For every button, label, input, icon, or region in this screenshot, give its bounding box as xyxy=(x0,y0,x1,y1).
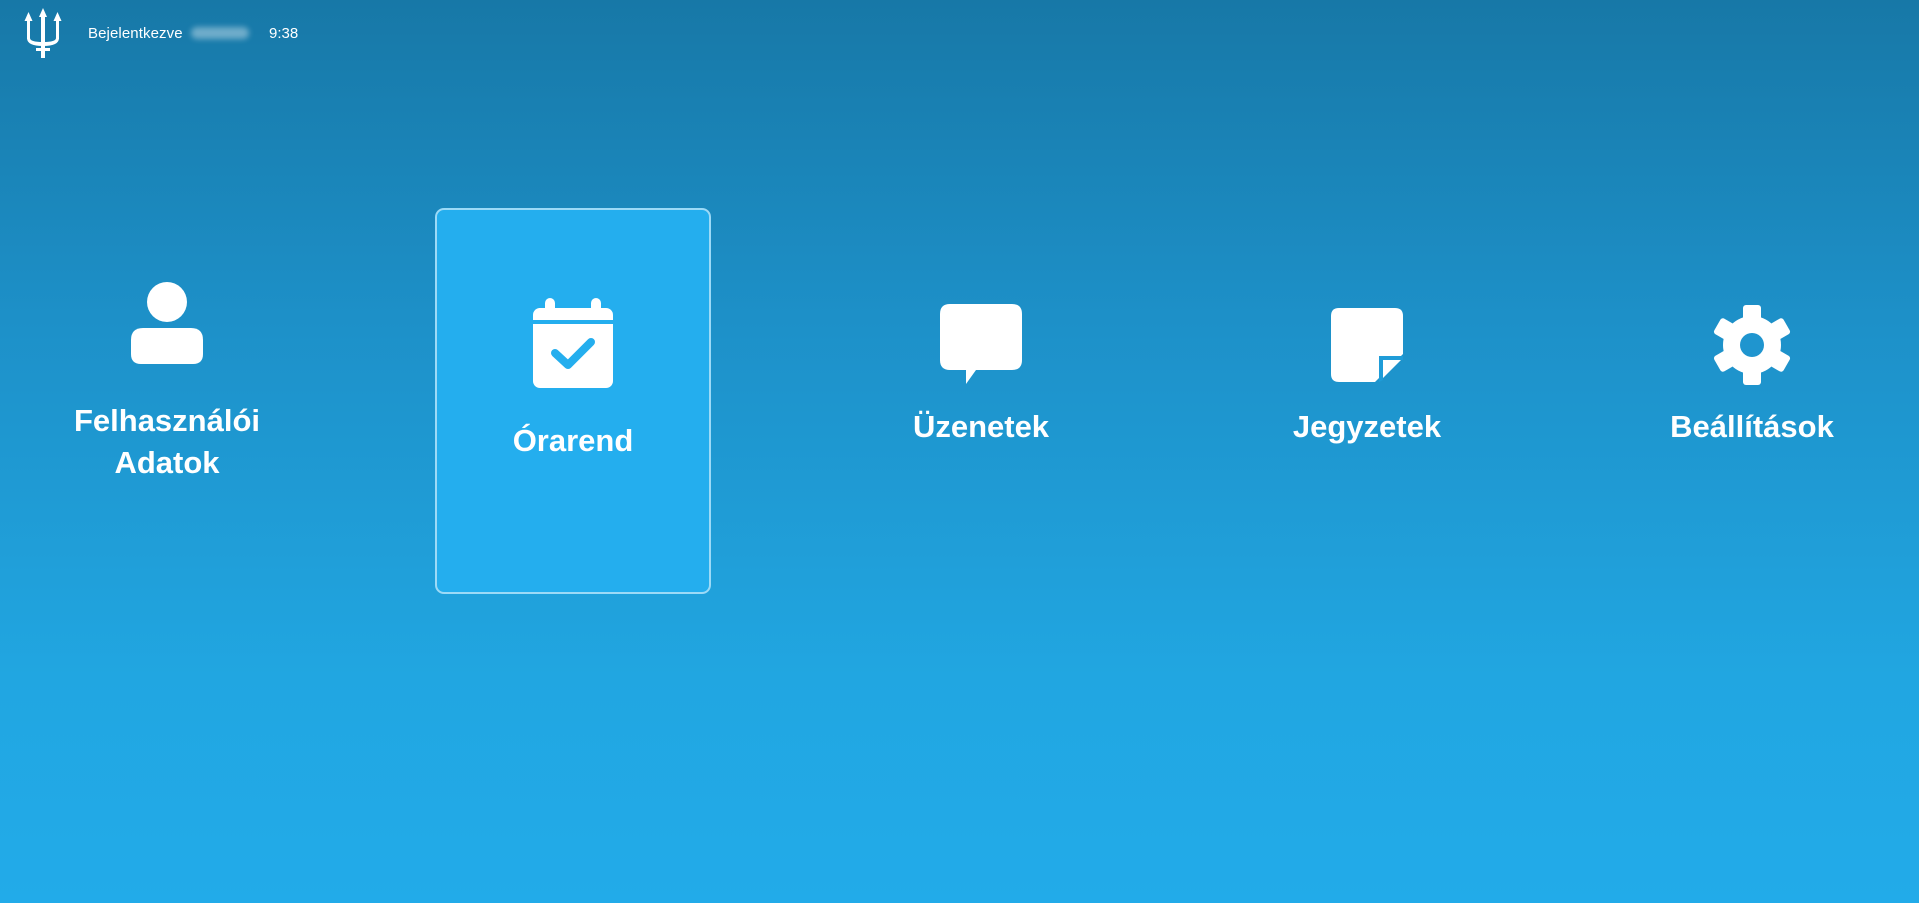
tile-label-line1: Felhasználói xyxy=(73,403,261,438)
user-icon xyxy=(131,282,203,364)
logged-in-label: Bejelentkezve xyxy=(88,25,183,42)
logged-in-status: Bejelentkezve xyxy=(88,25,249,42)
sticky-note-icon xyxy=(1331,308,1403,382)
menu-tile-notes[interactable]: Jegyzetek xyxy=(1232,308,1502,448)
menu-tile-schedule[interactable]: Órarend xyxy=(435,208,711,594)
tile-label: Beállítások xyxy=(1670,409,1834,444)
top-bar: Bejelentkezve 9:38 xyxy=(0,0,1919,70)
tile-label-line2: Adatok xyxy=(114,445,220,480)
calendar-check-icon xyxy=(533,298,613,388)
tile-label: Üzenetek xyxy=(912,409,1050,444)
username-blurred xyxy=(190,27,249,39)
gear-icon xyxy=(1713,305,1791,385)
menu-tile-user-data[interactable]: Felhasználói Adatok xyxy=(32,282,302,484)
tile-label: Jegyzetek xyxy=(1292,409,1442,444)
clock: 9:38 xyxy=(269,25,299,42)
menu-tile-messages[interactable]: Üzenetek xyxy=(846,304,1116,448)
menu-tile-settings[interactable]: Beállítások xyxy=(1617,304,1887,448)
chat-bubble-icon xyxy=(940,304,1022,384)
trident-icon xyxy=(24,8,62,58)
tile-label: Órarend xyxy=(512,423,634,458)
